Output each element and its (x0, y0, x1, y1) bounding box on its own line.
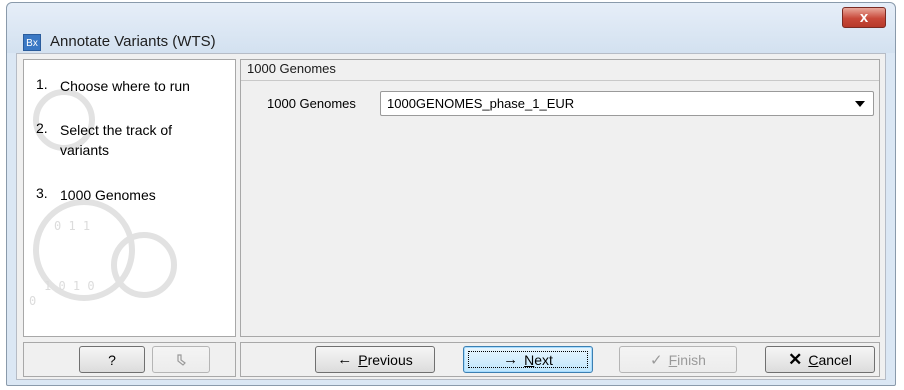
title-bar[interactable]: Bx Annotate Variants (WTS) x (7, 3, 895, 53)
navigation-button-bar: ← Previous → Next ✓ Finish ✕ Cancel (240, 342, 880, 377)
reset-button[interactable] (152, 346, 210, 373)
app-logo-icon: Bx (23, 34, 41, 51)
step-number: 1. (36, 76, 48, 92)
step-item-select-track: 2. Select the track of variants (36, 120, 180, 160)
help-button[interactable]: ? (79, 346, 145, 373)
close-icon: x (859, 9, 869, 26)
step-item-1000-genomes: 3. 1000 Genomes (36, 185, 225, 205)
step-label: Choose where to run (60, 78, 190, 94)
genomes-select[interactable]: 1000GENOMES_phase_1_EUR (380, 91, 874, 116)
chevron-down-icon[interactable] (855, 101, 865, 107)
svg-text:0 1 1: 0 1 1 (54, 219, 90, 233)
finish-button[interactable]: ✓ Finish (619, 346, 737, 373)
cancel-label: Cancel (808, 351, 852, 368)
close-window-button[interactable]: x (842, 7, 886, 28)
step-label: 1000 Genomes (60, 187, 156, 203)
previous-button[interactable]: ← Previous (315, 346, 435, 373)
help-button-bar: ? (23, 342, 236, 377)
previous-label: Previous (358, 351, 413, 368)
window-title: Annotate Variants (WTS) (50, 33, 216, 50)
step-item-choose-where: 1. Choose where to run (36, 76, 225, 96)
svg-text:0: 0 (29, 294, 36, 308)
cancel-button[interactable]: ✕ Cancel (765, 346, 875, 373)
step-number: 3. (36, 185, 48, 201)
undo-icon (177, 353, 186, 366)
check-icon: ✓ (650, 351, 663, 369)
arrow-left-icon: ← (337, 351, 353, 368)
help-label: ? (108, 351, 116, 368)
close-x-icon: ✕ (788, 349, 803, 369)
focus-ring (468, 351, 588, 368)
step-label: Select the track of variants (60, 122, 173, 158)
svg-text:1 0 1 0: 1 0 1 0 (44, 279, 95, 293)
step-number: 2. (36, 120, 48, 136)
panel-title: 1000 Genomes (247, 61, 336, 76)
step-content-panel: 1000 Genomes 1000 Genomes 1000GENOMES_ph… (240, 59, 880, 337)
dialog-body: 0 1 1 1 0 1 0 0 1. Choose where to run 2… (16, 53, 886, 380)
dialog-window: Bx Annotate Variants (WTS) x 0 1 1 1 0 1… (6, 2, 896, 386)
wizard-steps-panel: 0 1 1 1 0 1 0 0 1. Choose where to run 2… (23, 59, 236, 337)
finish-label: Finish (668, 351, 706, 368)
panel-divider (241, 80, 879, 81)
genomes-select-value: 1000GENOMES_phase_1_EUR (387, 96, 575, 111)
next-button[interactable]: → Next (463, 346, 593, 373)
genomes-field-label: 1000 Genomes (267, 96, 356, 111)
